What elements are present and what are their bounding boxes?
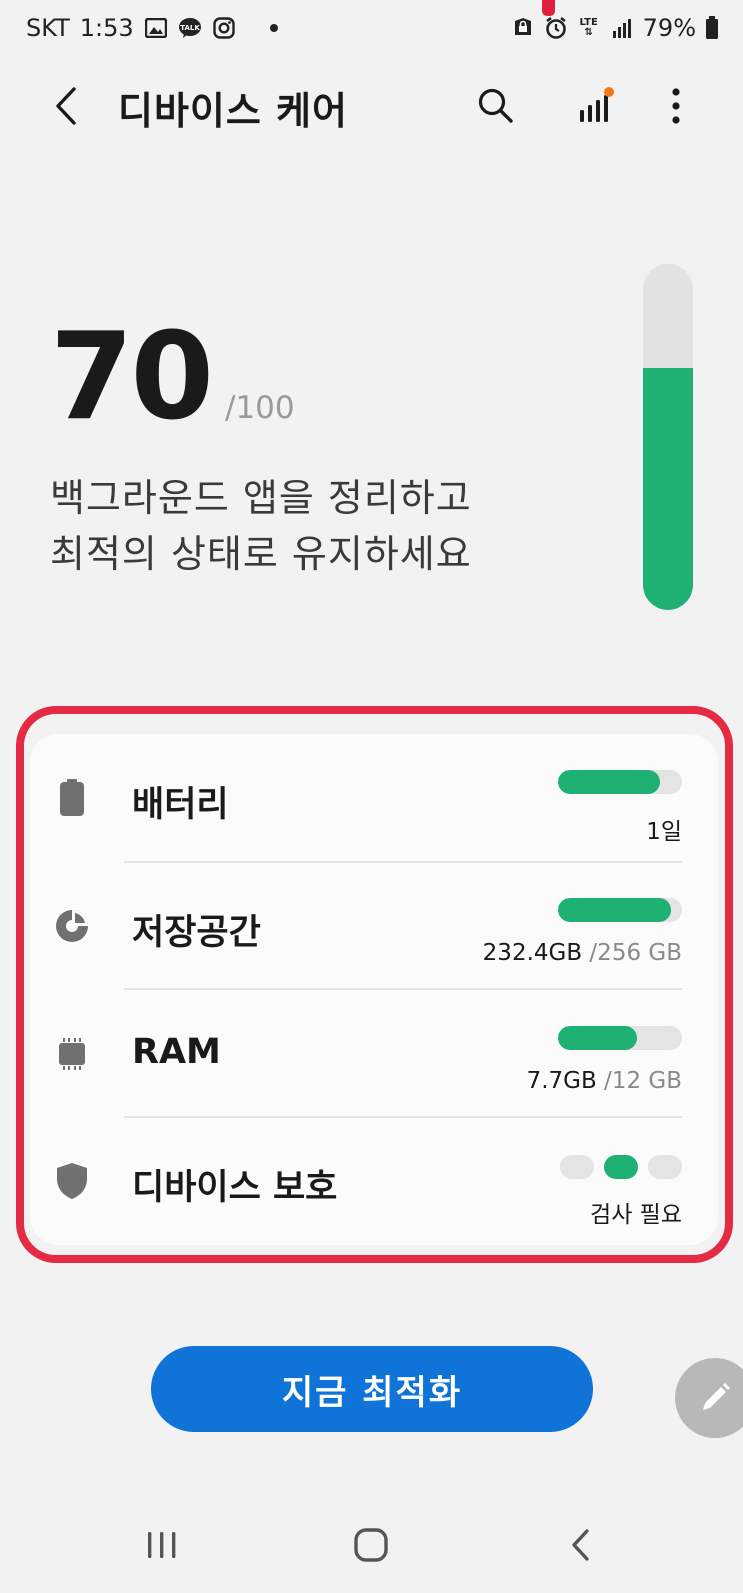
recents-icon (148, 1532, 176, 1558)
score-gauge (643, 264, 693, 610)
back-icon (572, 1529, 589, 1561)
battery-level-fill (558, 770, 660, 794)
device-care-screen: SKT 1:53 TALK LTE ⇅ 79% 디바이스 케어 70 /100 … (0, 0, 743, 1593)
gallery-icon (144, 16, 168, 40)
search-button[interactable] (472, 82, 520, 130)
signal-icon (610, 16, 634, 40)
battery-icon (52, 778, 92, 818)
care-item-device-protection[interactable]: 디바이스 보호 검사 필요 (30, 1117, 718, 1245)
storage-total: /256 GB (582, 940, 682, 966)
instagram-icon (212, 16, 236, 40)
care-item-label: 저장공간 (132, 913, 261, 953)
statistics-button[interactable] (572, 82, 620, 130)
svg-text:TALK: TALK (180, 24, 200, 32)
protection-dot (560, 1155, 594, 1179)
time-label: 1:53 (79, 14, 134, 42)
score-message-line1: 백그라운드 앱을 정리하고 (50, 476, 472, 520)
protection-status-dots (560, 1155, 682, 1179)
status-bar: SKT 1:53 TALK LTE ⇅ 79% (0, 0, 743, 58)
care-item-label: 배터리 (132, 785, 229, 825)
bar-chart-icon (580, 87, 614, 122)
shield-icon (52, 1161, 92, 1201)
care-item-value: 232.4GB /256 GB (483, 940, 682, 966)
home-icon (354, 1528, 388, 1562)
optimize-now-button[interactable]: 지금 최적화 (151, 1346, 593, 1432)
ram-used: 7.7GB (526, 1068, 597, 1094)
alarm-icon (544, 16, 568, 40)
recents-button[interactable] (132, 1520, 192, 1570)
lte-icon: LTE ⇅ (579, 17, 598, 38)
home-button[interactable] (341, 1520, 401, 1570)
more-options-button[interactable] (652, 82, 700, 130)
care-item-ram[interactable]: RAM 7.7GB /12 GB (30, 990, 718, 1118)
dot-icon (262, 16, 286, 40)
page-title: 디바이스 케어 (118, 89, 348, 133)
kakaotalk-icon: TALK (178, 16, 202, 40)
carrier-label: SKT (26, 14, 70, 42)
battery-percent: 79% (642, 14, 696, 42)
ram-level-bar (558, 1026, 682, 1050)
care-item-value: 1일 (646, 812, 682, 846)
battery-level-bar (558, 770, 682, 794)
storage-used: 232.4GB (482, 940, 583, 966)
battery-status-icon (705, 16, 719, 40)
care-item-storage[interactable]: 저장공간 232.4GB /256 GB (30, 862, 718, 990)
care-items-card: 배터리 1일 저장공간 232.4GB /256 GB RAM 7.7GB /1… (30, 734, 718, 1245)
chevron-left-icon (56, 87, 76, 125)
storage-pie-icon (52, 906, 92, 946)
score-display: 70 /100 (50, 318, 295, 438)
ram-level-fill (558, 1026, 638, 1050)
protection-status: 검사 필요 (590, 1202, 682, 1228)
app-header: 디바이스 케어 (0, 68, 743, 144)
score-message-line2: 최적의 상태로 유지하세요 (50, 532, 472, 576)
score-message: 백그라운드 앱을 정리하고 최적의 상태로 유지하세요 (50, 470, 472, 582)
care-item-value: 7.7GB /12 GB (527, 1068, 682, 1094)
nav-back-button[interactable] (550, 1520, 610, 1570)
storage-level-bar (558, 898, 682, 922)
edit-button[interactable] (675, 1358, 743, 1438)
storage-level-fill (558, 898, 671, 922)
care-item-battery[interactable]: 배터리 1일 (30, 734, 718, 862)
more-vert-icon (672, 88, 680, 124)
score-value: 70 (50, 308, 214, 447)
score-max: /100 (225, 390, 295, 426)
protection-dot (604, 1155, 638, 1179)
care-item-value: 검사 필요 (590, 1195, 682, 1229)
battery-value: 1일 (646, 819, 682, 845)
navigation-bar (0, 1498, 743, 1593)
protection-dot (648, 1155, 682, 1179)
ram-total: /12 GB (596, 1068, 682, 1094)
score-gauge-fill (643, 367, 693, 610)
care-item-label: RAM (132, 1032, 221, 1072)
care-item-label: 디바이스 보호 (132, 1168, 338, 1208)
shield-lock-icon (511, 16, 535, 40)
search-icon (478, 88, 513, 123)
back-button[interactable] (44, 82, 88, 130)
chip-icon (52, 1034, 92, 1074)
pencil-icon (703, 1383, 730, 1410)
